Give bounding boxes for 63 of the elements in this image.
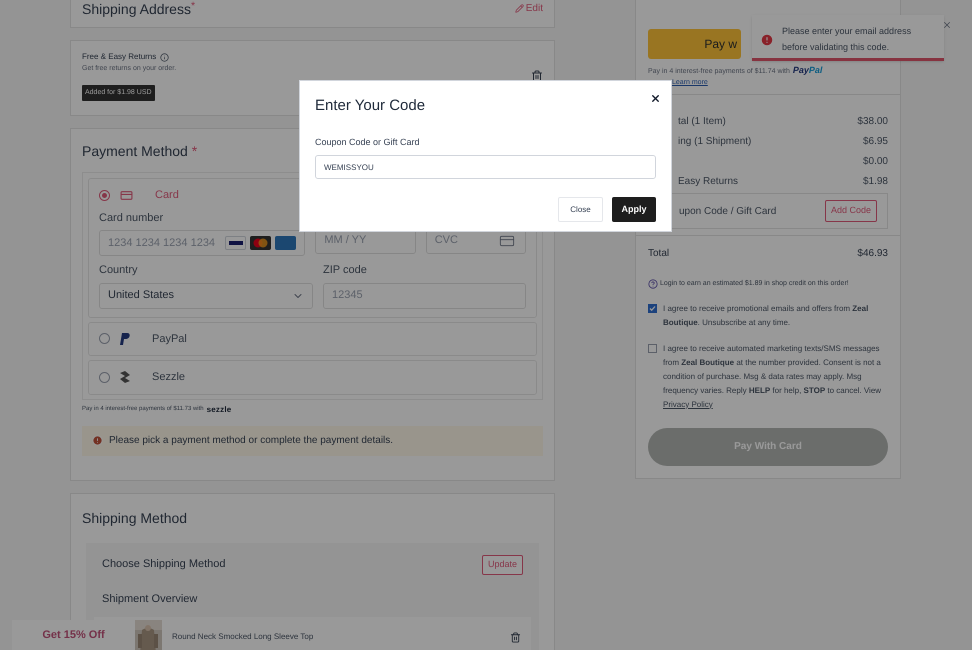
paypal-icon	[120, 332, 130, 345]
returns-title: Free & Easy Returns	[82, 51, 156, 63]
info-icon	[160, 52, 170, 62]
choose-shipping-label: Choose Shipping Method	[102, 557, 226, 572]
update-button[interactable]: Update	[482, 554, 523, 574]
consent-text: I agree to receive promotional emails and offers from Zeal Boutique. Unsubscribe at any time.	[663, 304, 868, 326]
close-icon[interactable]	[650, 93, 661, 104]
paypal-logo: PayPal	[792, 64, 822, 77]
checkbox[interactable]	[648, 344, 657, 352]
dialog-title: Enter Your Code	[315, 96, 426, 116]
radio-button[interactable]	[99, 190, 110, 201]
pencil-icon	[514, 4, 524, 13]
field-label: ZIP code	[323, 263, 368, 278]
section-title: Shipping Method	[82, 508, 188, 528]
summary-label: tal (1 Item)	[677, 114, 726, 128]
edit-link[interactable]: Edit	[514, 1, 543, 16]
payment-option[interactable]: PayPal	[88, 322, 537, 356]
section-title: Shipping Address$^{*}$	[82, 0, 196, 19]
amex-icon	[275, 236, 296, 250]
payment-option-label: Sezzle	[152, 370, 186, 385]
payment-option[interactable]: Sezzle	[88, 360, 537, 394]
add-code-button[interactable]: Add Code	[824, 200, 877, 222]
visa-icon	[225, 236, 246, 250]
summary-value: $1.98	[862, 174, 888, 188]
payment-option-label: Card	[155, 188, 179, 203]
field-label: Card number	[99, 210, 164, 226]
card-number-field[interactable]: 1234 1234 1234 1234	[99, 230, 306, 256]
paypal-button[interactable]: Pay w	[648, 29, 741, 59]
checkbox[interactable]	[648, 304, 657, 312]
section-title: Payment Method *	[82, 142, 198, 161]
promo-tab[interactable]: Get 15% Off	[12, 620, 135, 650]
item-name: Round Neck Smocked Long Sleeve Top	[172, 631, 314, 643]
summary-label: ing (1 Shipment)	[677, 134, 752, 148]
toast-message: Please enter your email address before validating this code.	[782, 25, 912, 54]
consent-text: I agree to receive automated marketing texts/SMS messages from Zeal Boutique at the number provided. Consent is not a condition of purchase. Msg & data rates may apply. Msg frequency varies. Reply HELP for help, STOP to cancel. View	[663, 344, 882, 394]
sezzle-logo: sezzle	[206, 404, 232, 416]
zip-field[interactable]: 12345	[323, 282, 526, 308]
total-label: Total	[648, 247, 670, 261]
field-label: Coupon Code or Gift Card	[315, 136, 421, 149]
summary-label: Easy Returns	[677, 174, 738, 188]
apply-button[interactable]: Apply	[612, 197, 656, 222]
summary-value: $38.00	[857, 114, 888, 128]
total-value: $46.93	[857, 247, 888, 261]
coupon-label: upon Code / Gift Card	[679, 204, 776, 218]
close-button[interactable]: Close	[558, 197, 603, 222]
warning-text: Please pick a payment method or complete the payment details.	[109, 434, 394, 448]
mastercard-icon	[250, 236, 272, 250]
privacy-policy-link[interactable]: Privacy Policy	[663, 400, 713, 408]
radio-button[interactable]	[99, 333, 110, 344]
summary-value: $0.00	[862, 154, 888, 168]
summary-value: $6.95	[862, 134, 888, 148]
alert-icon	[92, 435, 103, 446]
sezzle-icon	[120, 371, 130, 384]
payment-option-label: PayPal	[152, 332, 187, 346]
radio-button[interactable]	[99, 372, 110, 383]
country-select[interactable]: United States	[99, 282, 313, 308]
coupon-code-field[interactable]: WEMISSYOU	[315, 155, 656, 179]
shipment-overview-title: Shipment Overview	[102, 592, 198, 606]
error-icon	[760, 33, 774, 47]
trash-icon[interactable]	[531, 70, 543, 82]
field-label: Country	[99, 263, 139, 278]
help-icon	[648, 279, 658, 290]
credit-card-icon	[120, 188, 133, 202]
